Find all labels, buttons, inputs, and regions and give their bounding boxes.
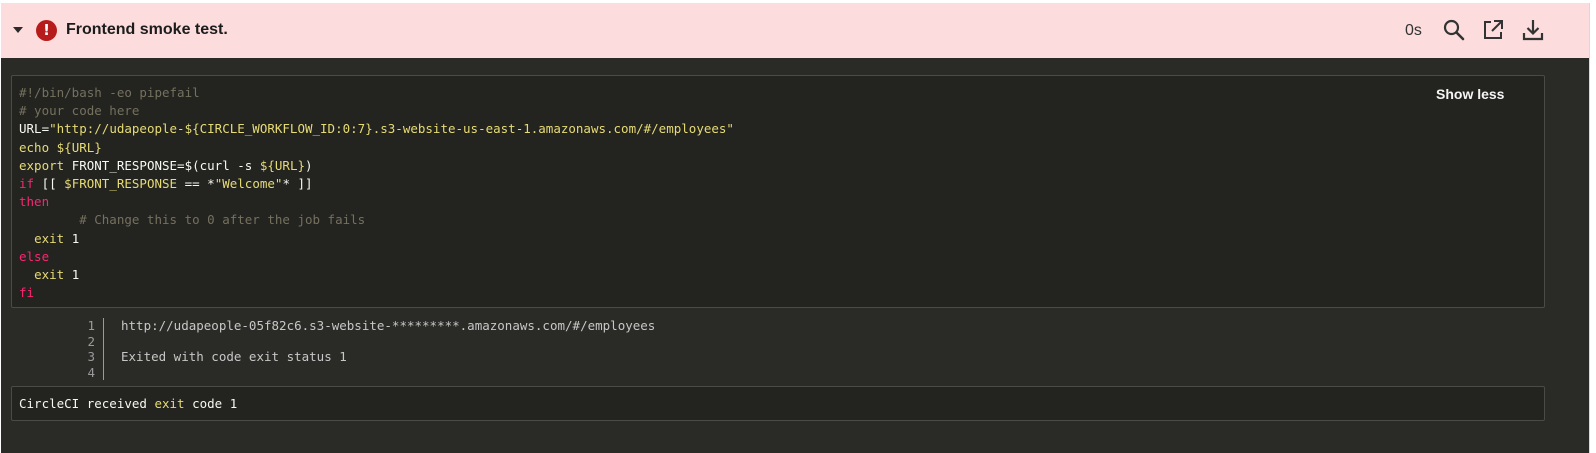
code-token: # Change this to 0 after the job fails	[19, 212, 366, 228]
output-line: 4	[11, 365, 1011, 381]
code-token: exit	[34, 230, 65, 246]
code-line: if [[ $FRONT_RESPONSE == *"Welcome"* ]]	[19, 175, 734, 193]
code-line: echo ${URL}	[19, 139, 734, 157]
code-line: # Change this to 0 after the job fails	[19, 211, 734, 229]
command-code-panel: #!/bin/bash -eo pipefail # your code here…	[11, 75, 1545, 308]
code-token: 1	[64, 230, 80, 246]
code-line: export FRONT_RESPONSE=$(curl -s ${URL})	[19, 157, 734, 175]
code-token: # your code here	[19, 103, 140, 119]
code-token: [[	[34, 176, 65, 192]
code-line: then	[19, 193, 734, 211]
output-line: 3 Exited with code exit status 1	[11, 349, 1011, 365]
code-line: else	[19, 248, 734, 266]
code-token: 1	[64, 267, 80, 283]
code-line: exit 1	[19, 266, 734, 284]
show-less-button[interactable]: Show less	[1436, 86, 1504, 102]
code-line: fi	[19, 284, 734, 302]
output-line: 2	[11, 334, 1011, 350]
step-panel: ! Frontend smoke test. 0s #!/bin/bash -e…	[1, 3, 1590, 453]
code-token: echo	[19, 139, 57, 155]
output-line-number: 1	[87, 318, 95, 333]
output-line-text: http://udapeople-05f82c6.s3-website-****…	[121, 318, 656, 333]
code-token: FRONT_RESPONSE=$(curl -s	[71, 157, 260, 173]
output-line-number: 4	[87, 364, 95, 380]
code-token: else	[19, 248, 50, 264]
code-token: fi	[19, 285, 35, 301]
code-line: URL="http://udapeople-${CIRCLE_WORKFLOW_…	[19, 120, 734, 138]
output-line-text: Exited with code exit status 1	[121, 349, 347, 364]
search-icon[interactable]	[1441, 17, 1467, 43]
code-token: ${URL}	[259, 157, 305, 173]
code-line: #!/bin/bash -eo pipefail	[19, 84, 734, 102]
error-exclamation-icon: !	[36, 20, 57, 41]
output-line-number: 3	[87, 349, 95, 364]
code-token: ${URL}	[56, 139, 102, 155]
code-line: # your code here	[19, 102, 734, 120]
exit-message-panel: CircleCI received exit code 1	[11, 386, 1545, 421]
code-token: exit	[34, 267, 65, 283]
output-line-number: 2	[87, 333, 95, 349]
code-token: )	[305, 157, 313, 173]
step-header[interactable]: ! Frontend smoke test. 0s	[1, 3, 1589, 58]
code-token: then	[19, 194, 50, 210]
download-icon[interactable]	[1520, 17, 1546, 43]
code-token: export	[19, 157, 72, 173]
output-line: 1 http://udapeople-05f82c6.s3-website-***…	[11, 318, 1011, 334]
step-output: 1 http://udapeople-05f82c6.s3-website-***…	[11, 315, 1543, 381]
command-code: #!/bin/bash -eo pipefail # your code here…	[19, 84, 734, 302]
code-token: * ]]	[282, 176, 313, 192]
caret-down-icon[interactable]	[13, 27, 23, 33]
code-token: "http://udapeople-${CIRCLE_WORKFLOW_ID:0…	[49, 121, 734, 137]
step-title: Frontend smoke test.	[66, 21, 228, 38]
step-duration: 0s	[1405, 22, 1422, 39]
code-token: == *	[177, 176, 215, 192]
exit-message: CircleCI received exit code 1	[19, 396, 238, 411]
code-token: #!/bin/bash -eo pipefail	[19, 85, 200, 100]
open-external-icon[interactable]	[1480, 17, 1506, 43]
code-line: exit 1	[19, 230, 734, 248]
code-token: $FRONT_RESPONSE	[64, 176, 178, 192]
code-token: URL=	[19, 121, 50, 137]
code-token: if	[19, 176, 35, 192]
code-token: "Welcome"	[214, 176, 283, 192]
